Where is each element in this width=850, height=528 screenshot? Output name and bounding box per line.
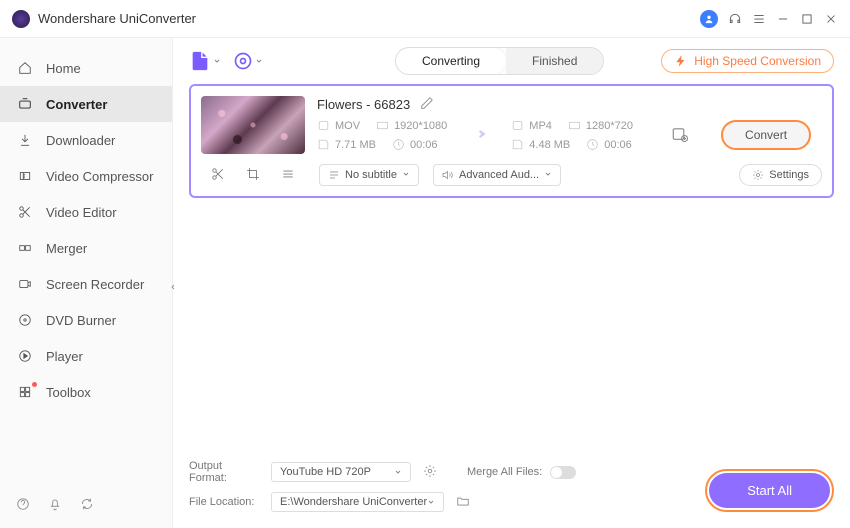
- subtitle-select[interactable]: No subtitle: [319, 164, 419, 186]
- sidebar-item-home[interactable]: Home: [0, 50, 172, 86]
- scissors-icon: [16, 203, 34, 221]
- sidebar-item-merger[interactable]: Merger: [0, 230, 172, 266]
- add-url-button[interactable]: [233, 51, 263, 71]
- app-logo: [12, 10, 30, 28]
- audio-icon: [442, 169, 454, 181]
- sidebar-item-player[interactable]: Player: [0, 338, 172, 374]
- help-icon[interactable]: [16, 497, 30, 514]
- crop-icon[interactable]: [246, 167, 260, 184]
- sidebar-item-editor[interactable]: Video Editor: [0, 194, 172, 230]
- sidebar-item-label: Screen Recorder: [46, 277, 144, 292]
- maximize-button[interactable]: [800, 12, 814, 26]
- edit-name-icon[interactable]: [420, 96, 434, 113]
- bell-icon[interactable]: [48, 497, 62, 514]
- src-duration: 00:06: [392, 138, 438, 151]
- add-file-button[interactable]: [189, 50, 221, 72]
- sidebar-item-label: Video Editor: [46, 205, 117, 220]
- chevron-down-icon: [255, 57, 263, 65]
- sidebar-item-label: Converter: [46, 97, 107, 112]
- dst-resolution: 1280*720: [568, 119, 633, 132]
- trim-icon[interactable]: [211, 167, 225, 184]
- sidebar-item-downloader[interactable]: Downloader: [0, 122, 172, 158]
- file-location-select[interactable]: E:\Wondershare UniConverter: [271, 492, 444, 512]
- dst-duration: 00:06: [586, 138, 632, 151]
- sidebar-item-label: DVD Burner: [46, 313, 116, 328]
- output-settings-icon[interactable]: [671, 125, 689, 146]
- start-all-button[interactable]: Start All: [709, 473, 830, 508]
- sidebar-item-label: Video Compressor: [46, 169, 153, 184]
- merger-icon: [16, 239, 34, 257]
- start-all-wrapper: Start All: [705, 469, 834, 512]
- chevron-down-icon: [427, 498, 435, 506]
- sidebar-item-label: Downloader: [46, 133, 115, 148]
- chevron-down-icon: [394, 468, 402, 476]
- tab-converting[interactable]: Converting: [396, 48, 506, 74]
- recorder-icon: [16, 275, 34, 293]
- collapse-sidebar-button[interactable]: [168, 278, 178, 296]
- chevron-down-icon: [213, 57, 221, 65]
- lightning-icon: [674, 54, 688, 68]
- high-speed-conversion-button[interactable]: High Speed Conversion: [661, 49, 834, 73]
- compress-icon: [16, 167, 34, 185]
- video-thumbnail[interactable]: [201, 96, 305, 154]
- audio-select[interactable]: Advanced Aud...: [433, 164, 561, 186]
- hamburger-icon[interactable]: [752, 12, 766, 26]
- src-size: 7.71 MB: [317, 138, 376, 151]
- converter-icon: [16, 95, 34, 113]
- merge-toggle[interactable]: [550, 466, 576, 479]
- file-location-label: File Location:: [189, 496, 259, 508]
- chevron-down-icon: [544, 169, 552, 181]
- play-icon: [16, 347, 34, 365]
- merge-label: Merge All Files:: [467, 466, 542, 478]
- sidebar-item-label: Toolbox: [46, 385, 91, 400]
- dst-size: 4.48 MB: [511, 138, 570, 151]
- sidebar-item-compressor[interactable]: Video Compressor: [0, 158, 172, 194]
- minimize-button[interactable]: [776, 12, 790, 26]
- file-name: Flowers - 66823: [317, 97, 410, 112]
- sidebar-item-toolbox[interactable]: Toolbox: [0, 374, 172, 410]
- convert-button[interactable]: Convert: [721, 120, 811, 150]
- output-format-label: Output Format:: [189, 460, 259, 484]
- dst-format: MP4: [511, 119, 552, 132]
- close-button[interactable]: [824, 12, 838, 26]
- sidebar-item-label: Merger: [46, 241, 87, 256]
- more-icon[interactable]: [281, 167, 295, 184]
- headset-icon[interactable]: [728, 12, 742, 26]
- home-icon: [16, 59, 34, 77]
- app-title: Wondershare UniConverter: [38, 11, 196, 26]
- sync-icon[interactable]: [80, 497, 94, 514]
- sidebar-item-converter[interactable]: Converter: [0, 86, 172, 122]
- chevron-down-icon: [402, 169, 410, 181]
- tab-finished[interactable]: Finished: [506, 48, 603, 74]
- toolbox-icon: [16, 383, 34, 401]
- open-folder-icon[interactable]: [456, 494, 470, 511]
- sidebar-item-dvd[interactable]: DVD Burner: [0, 302, 172, 338]
- download-icon: [16, 131, 34, 149]
- src-format: MOV: [317, 119, 360, 132]
- sidebar-item-label: Player: [46, 349, 83, 364]
- output-format-select[interactable]: YouTube HD 720P: [271, 462, 411, 482]
- sidebar-item-recorder[interactable]: Screen Recorder: [0, 266, 172, 302]
- src-resolution: 1920*1080: [376, 119, 447, 132]
- dvd-icon: [16, 311, 34, 329]
- user-avatar[interactable]: [700, 10, 718, 28]
- sidebar-item-label: Home: [46, 61, 81, 76]
- subtitle-icon: [328, 169, 340, 181]
- arrow-right-icon: [469, 124, 489, 147]
- format-settings-icon[interactable]: [423, 464, 437, 481]
- gear-icon: [752, 169, 764, 181]
- settings-button[interactable]: Settings: [739, 164, 822, 186]
- file-card: Flowers - 66823 MOV 1920*1080 7.71 MB: [189, 84, 834, 198]
